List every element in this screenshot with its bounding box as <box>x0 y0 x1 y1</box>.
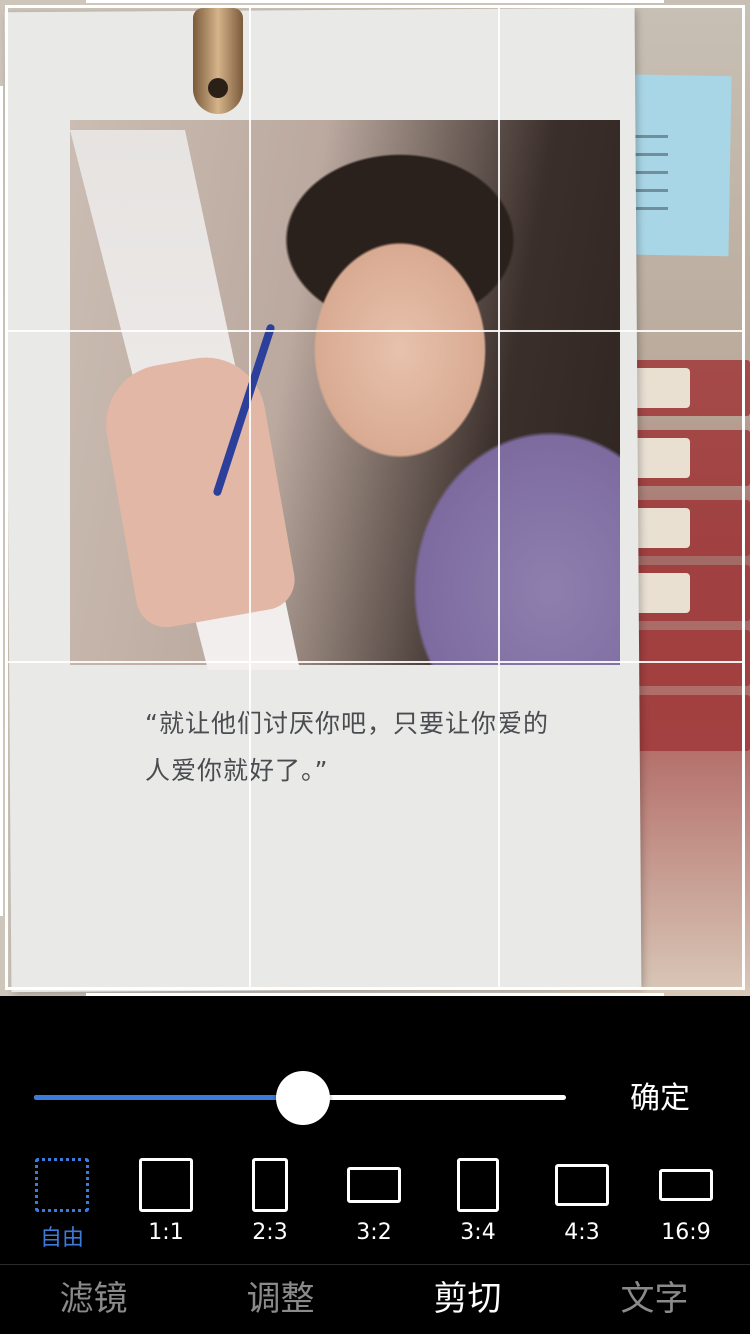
ratio-option-2-3[interactable]: 2:3 <box>218 1150 322 1250</box>
widescreen-16-9-icon <box>659 1169 713 1201</box>
portrait-3-4-icon <box>457 1158 499 1212</box>
edit-tab-bar: 滤镜 调整 剪切 文字 <box>0 1265 750 1334</box>
ratio-label: 3:4 <box>460 1220 496 1245</box>
confirm-button[interactable]: 确定 <box>610 1074 710 1124</box>
tab-adjust[interactable]: 调整 <box>187 1265 374 1334</box>
ratio-label: 16:9 <box>661 1220 711 1245</box>
portrait-2-3-icon <box>252 1158 288 1212</box>
ratio-option-3-4[interactable]: 3:4 <box>426 1150 530 1250</box>
square-ratio-icon <box>139 1158 193 1212</box>
crop-grid-line <box>5 330 745 332</box>
landscape-3-2-icon <box>347 1167 401 1203</box>
slider-fill <box>34 1095 303 1100</box>
crop-handle-left[interactable] <box>0 86 10 916</box>
ratio-label: 1:1 <box>148 1220 184 1245</box>
free-crop-icon <box>35 1158 89 1212</box>
tab-text[interactable]: 文字 <box>561 1265 748 1334</box>
ratio-label: 自由 <box>39 1226 84 1251</box>
tab-crop[interactable]: 剪切 <box>374 1265 561 1334</box>
ratio-label: 2:3 <box>252 1220 288 1245</box>
ratio-label: 3:2 <box>356 1220 392 1245</box>
slider-thumb[interactable] <box>276 1071 330 1125</box>
landscape-4-3-icon <box>555 1164 609 1206</box>
crop-grid-line <box>498 5 500 990</box>
ratio-option-4-3[interactable]: 4:3 <box>530 1150 634 1250</box>
crop-grid-line <box>5 661 745 663</box>
ratio-label: 4:3 <box>564 1220 600 1245</box>
photo-canvas[interactable]: “就让他们讨厌你吧，只要让你爱的 人爱你就好了。” <box>0 0 750 996</box>
ratio-option-free[interactable]: 自由 <box>10 1150 114 1251</box>
crop-frame[interactable] <box>5 5 745 990</box>
ratio-option-3-2[interactable]: 3:2 <box>322 1150 426 1250</box>
crop-handle-top[interactable] <box>86 0 664 3</box>
ratio-option-1-1[interactable]: 1:1 <box>114 1150 218 1250</box>
crop-grid-line <box>249 5 251 990</box>
aspect-ratio-row: 自由 1:1 2:3 3:2 3:4 4:3 16:9 <box>0 1150 750 1251</box>
tab-filter[interactable]: 滤镜 <box>0 1265 187 1334</box>
straighten-slider[interactable] <box>34 1070 566 1126</box>
ratio-option-16-9[interactable]: 16:9 <box>634 1150 738 1250</box>
crop-handle-right[interactable] <box>743 86 750 916</box>
